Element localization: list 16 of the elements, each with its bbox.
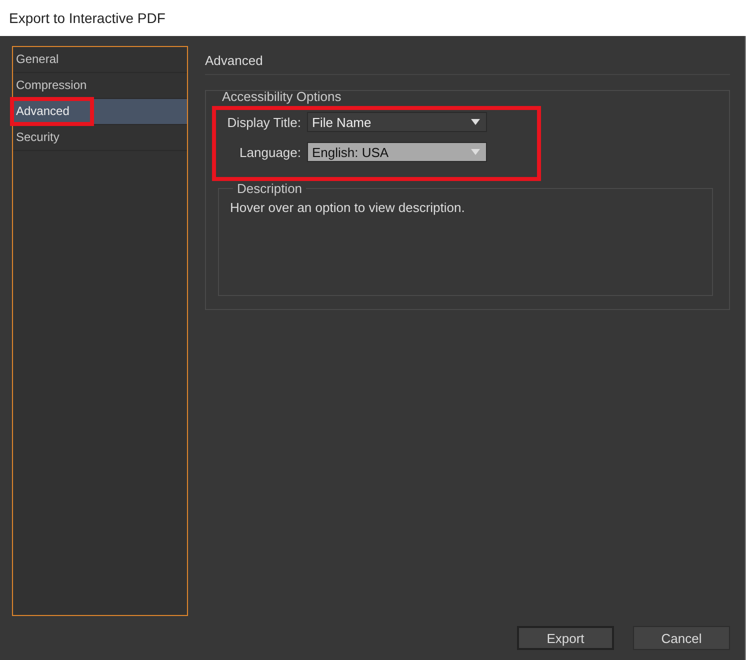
description-legend: Description bbox=[233, 181, 306, 196]
section-title: Advanced bbox=[205, 52, 263, 68]
caret-icon bbox=[471, 119, 480, 125]
export-button[interactable]: Export bbox=[517, 626, 614, 650]
sidebar-item[interactable]: Advanced bbox=[13, 99, 187, 125]
dropdown[interactable]: English: USA bbox=[307, 142, 487, 162]
sidebar-item[interactable]: General bbox=[13, 47, 187, 73]
dropdown[interactable]: File Name bbox=[307, 112, 487, 132]
field-label: Display Title: bbox=[226, 114, 301, 130]
caret-icon bbox=[471, 149, 480, 155]
sidebar-item[interactable]: Security bbox=[13, 125, 187, 151]
group-legend: Accessibility Options bbox=[222, 89, 342, 104]
cancel-button[interactable]: Cancel bbox=[633, 626, 730, 650]
description-text: Hover over an option to view description. bbox=[230, 200, 465, 215]
window-title: Export to Interactive PDF bbox=[9, 10, 166, 26]
field-label: Language: bbox=[238, 144, 301, 160]
